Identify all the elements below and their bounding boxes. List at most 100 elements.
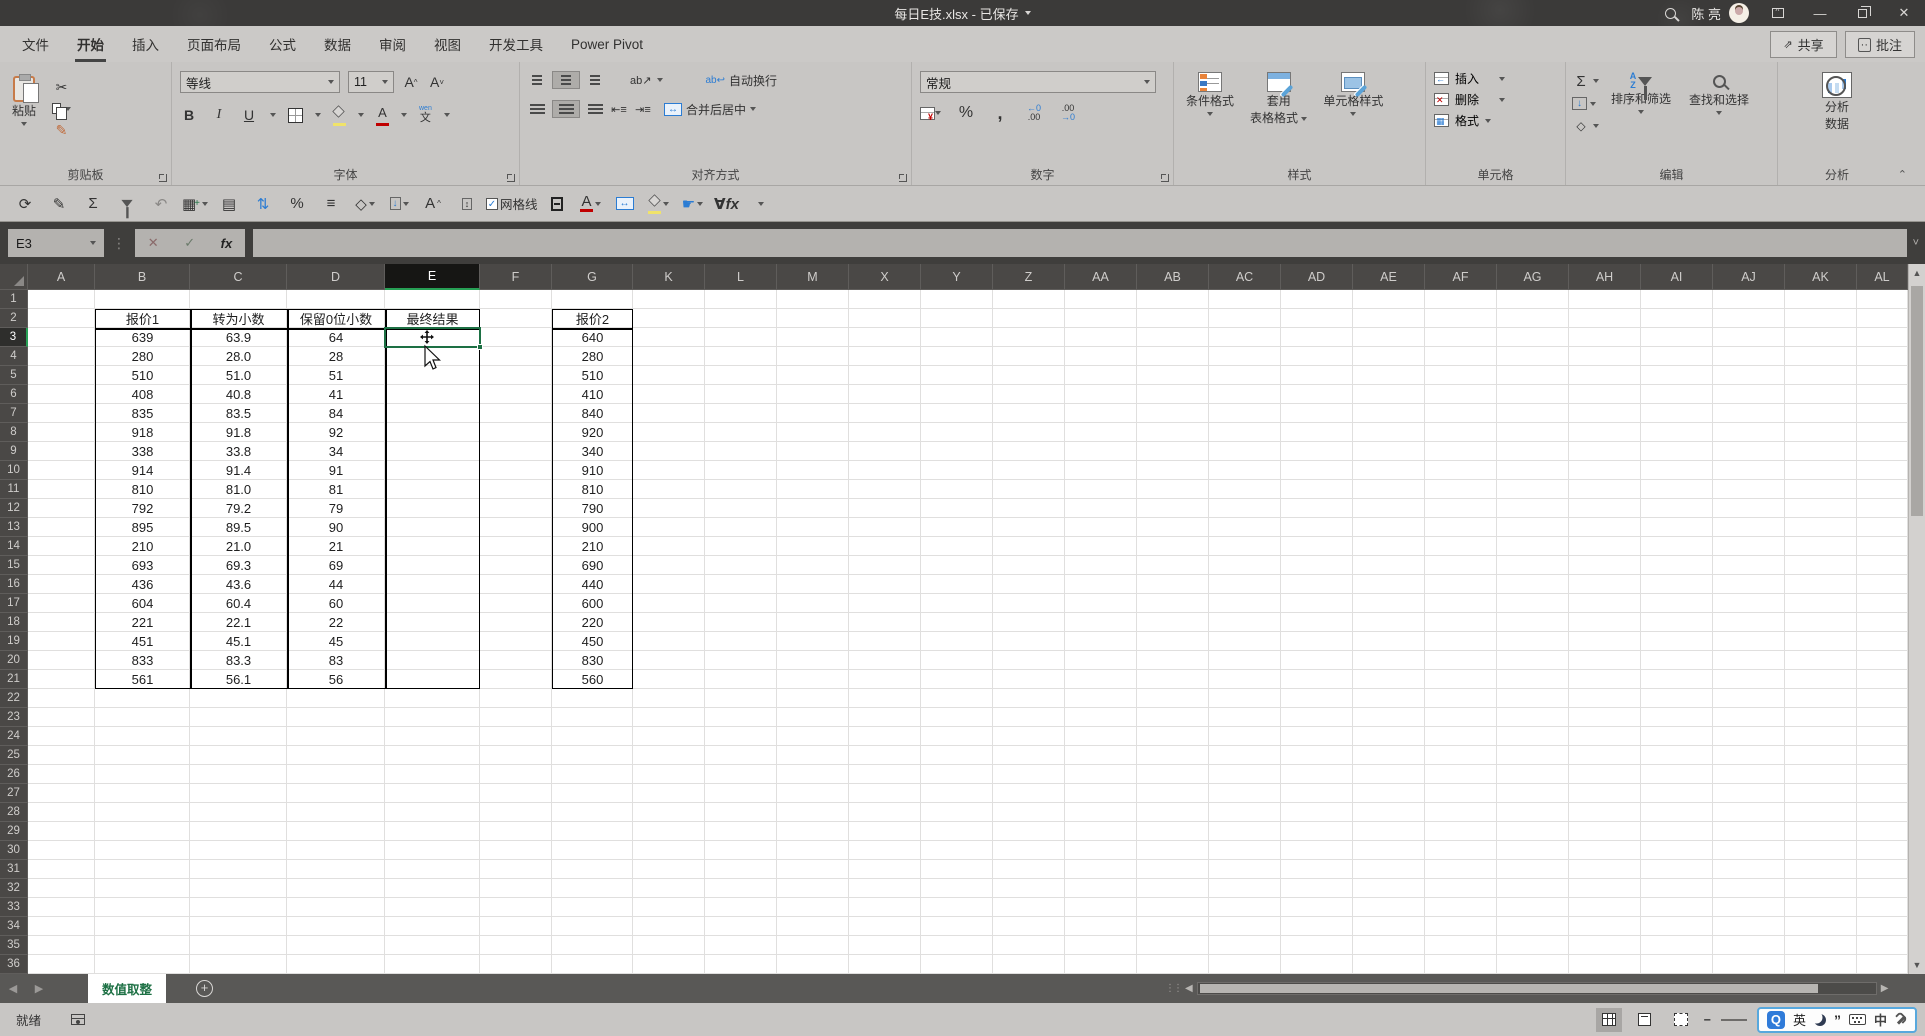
row-header-29[interactable]: 29 <box>0 822 28 841</box>
cell-G3[interactable]: 640 <box>552 328 633 347</box>
cell-D11[interactable]: 81 <box>287 480 385 499</box>
accounting-format-button[interactable]: ¥ <box>920 107 941 120</box>
page-break-view-button[interactable] <box>1668 1008 1694 1032</box>
cell-C10[interactable]: 91.4 <box>190 461 287 480</box>
cell-C11[interactable]: 81.0 <box>190 480 287 499</box>
ribbon-tab-Power Pivot[interactable]: Power Pivot <box>557 26 657 62</box>
select-all-corner[interactable] <box>0 264 28 290</box>
column-header-AI[interactable]: AI <box>1641 264 1713 290</box>
align-middle-icon[interactable] <box>552 71 580 89</box>
ime-fullhalf-moon-icon[interactable] <box>1814 1014 1826 1026</box>
row-header-30[interactable]: 30 <box>0 841 28 860</box>
font-color-icon[interactable]: A <box>576 191 606 217</box>
search-button[interactable] <box>1649 0 1691 26</box>
percent-style-icon[interactable]: % <box>957 104 975 122</box>
autosum-icon[interactable]: Σ <box>1572 72 1590 90</box>
clear-icon[interactable]: ◇ <box>350 191 380 217</box>
column-header-B[interactable]: B <box>95 264 190 290</box>
fill-down-icon[interactable]: ↓ <box>1572 97 1587 110</box>
fill-handle[interactable] <box>477 344 483 350</box>
paste-button[interactable]: 粘贴 <box>6 72 42 130</box>
cell-D5[interactable]: 51 <box>287 366 385 385</box>
cell-C15[interactable]: 69.3 <box>190 556 287 575</box>
font-name-select[interactable]: 等线 <box>180 71 340 93</box>
align-left-icon[interactable] <box>528 100 546 118</box>
cell-D21[interactable]: 56 <box>287 670 385 689</box>
cell-D13[interactable]: 90 <box>287 518 385 537</box>
insert-cells-button[interactable]: ← 插入 <box>1434 70 1557 87</box>
cell-B18[interactable]: 221 <box>95 613 190 632</box>
column-header-D[interactable]: D <box>287 264 385 290</box>
increase-decimal-icon[interactable]: ←0.00 <box>1025 104 1043 122</box>
undo-icon[interactable]: ↶ <box>146 191 176 217</box>
merge-center-button[interactable]: ↔合并后居中 <box>664 101 756 118</box>
cell-D12[interactable]: 79 <box>287 499 385 518</box>
expand-formula-bar-icon[interactable]: ˅ <box>1913 237 1919 249</box>
cell-D17[interactable]: 60 <box>287 594 385 613</box>
cell-G8[interactable]: 920 <box>552 423 633 442</box>
cell-B12[interactable]: 792 <box>95 499 190 518</box>
bold-button[interactable]: B <box>180 106 198 124</box>
cell-G18[interactable]: 220 <box>552 613 633 632</box>
column-header-A[interactable]: A <box>28 264 95 290</box>
ime-punctuation-icon[interactable]: ” <box>1834 1015 1841 1025</box>
column-header-M[interactable]: M <box>777 264 849 290</box>
row-header-31[interactable]: 31 <box>0 860 28 879</box>
find-select-button[interactable]: 查找和选择 <box>1683 68 1755 167</box>
scroll-up-icon[interactable]: ▲ <box>1909 264 1925 282</box>
format-cells-button[interactable]: ▦ 格式 <box>1434 112 1557 129</box>
cell-G16[interactable]: 440 <box>552 575 633 594</box>
shading-icon[interactable] <box>542 191 572 217</box>
cell-C16[interactable]: 43.6 <box>190 575 287 594</box>
close-button[interactable]: ✕ <box>1883 0 1925 26</box>
cell-G2[interactable]: 报价2 <box>552 309 633 328</box>
row-header-8[interactable]: 8 <box>0 423 28 442</box>
row-header-6[interactable]: 6 <box>0 385 28 404</box>
sheet-prev-icon[interactable]: ◀ <box>0 982 26 995</box>
cell-C9[interactable]: 33.8 <box>190 442 287 461</box>
row-header-2[interactable]: 2 <box>0 309 28 328</box>
cell-B17[interactable]: 604 <box>95 594 190 613</box>
fill-color-button[interactable] <box>333 104 346 126</box>
borders-chevron-icon[interactable] <box>315 113 321 117</box>
cell-D20[interactable]: 83 <box>287 651 385 670</box>
column-header-AB[interactable]: AB <box>1137 264 1209 290</box>
sort-table-icon[interactable]: ⇅ <box>248 191 278 217</box>
copy-icon[interactable] <box>52 103 61 114</box>
row-header-19[interactable]: 19 <box>0 632 28 651</box>
cell-C4[interactable]: 28.0 <box>190 347 287 366</box>
align-bottom-icon[interactable] <box>586 71 604 89</box>
fill-color-chevron-icon[interactable] <box>358 113 364 117</box>
row-header-34[interactable]: 34 <box>0 917 28 936</box>
column-header-AJ[interactable]: AJ <box>1713 264 1785 290</box>
cell-B9[interactable]: 338 <box>95 442 190 461</box>
column-header-AG[interactable]: AG <box>1497 264 1569 290</box>
cell-B4[interactable]: 280 <box>95 347 190 366</box>
sheet-tab-active[interactable]: 数值取整 <box>88 974 166 1003</box>
scroll-left-icon[interactable]: ◀ <box>1185 983 1193 994</box>
column-header-Y[interactable]: Y <box>921 264 993 290</box>
align-top-icon[interactable] <box>528 71 546 89</box>
row-header-32[interactable]: 32 <box>0 879 28 898</box>
insert-function-icon[interactable]: ∀fx <box>712 191 742 217</box>
cell-G7[interactable]: 840 <box>552 404 633 423</box>
cell-B2[interactable]: 报价1 <box>95 309 190 328</box>
insert-table-icon[interactable]: ▦+ <box>180 191 210 217</box>
row-header-7[interactable]: 7 <box>0 404 28 423</box>
cell-C2[interactable]: 转为小数 <box>190 309 287 328</box>
cell-D18[interactable]: 22 <box>287 613 385 632</box>
ime-language-toggle[interactable]: 英 <box>1793 1010 1806 1029</box>
ribbon-tab-开始[interactable]: 开始 <box>63 26 118 62</box>
ribbon-tab-插入[interactable]: 插入 <box>118 26 173 62</box>
vertical-scrollbar-thumb[interactable] <box>1911 286 1923 516</box>
cell-C17[interactable]: 60.4 <box>190 594 287 613</box>
cell-D16[interactable]: 44 <box>287 575 385 594</box>
font-size-select[interactable]: 11 <box>348 71 394 93</box>
filter-icon[interactable] <box>112 191 142 217</box>
cell-G10[interactable]: 910 <box>552 461 633 480</box>
ribbon-display-options-button[interactable] <box>1757 0 1799 26</box>
ribbon-tab-文件[interactable]: 文件 <box>8 26 63 62</box>
row-height-icon[interactable]: ↕ <box>452 191 482 217</box>
cell-B8[interactable]: 918 <box>95 423 190 442</box>
column-header-L[interactable]: L <box>705 264 777 290</box>
